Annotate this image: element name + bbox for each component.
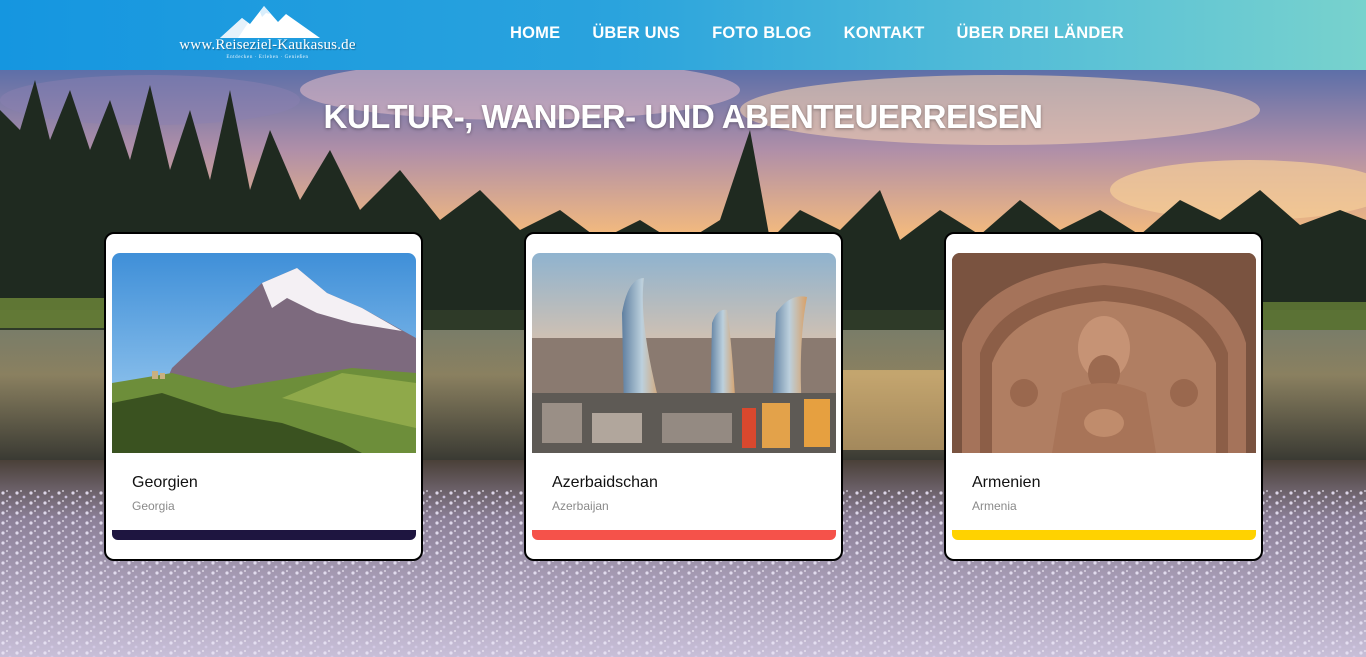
nav-ueber-uns[interactable]: ÜBER UNS [592, 24, 680, 43]
mountain-logo-icon [220, 6, 320, 38]
logo-text: www.Reiseziel-Kaukasus.de [179, 37, 356, 53]
georgia-mountain-image [112, 253, 416, 453]
card-title: Georgien [132, 474, 198, 491]
card-azerbaidschan[interactable]: Azerbaidschan Azerbaijan [524, 232, 843, 561]
nav-kontakt[interactable]: KONTAKT [844, 24, 925, 43]
armenian-relief-image [952, 253, 1256, 453]
card-georgien[interactable]: Georgien Georgia [104, 232, 423, 561]
card-accent-bar [112, 530, 416, 540]
card-title: Armenien [972, 474, 1041, 491]
hero-section: KULTUR-, WANDER- UND ABENTEUERREISEN Geo… [0, 70, 1366, 657]
card-subtitle: Azerbaijan [552, 499, 609, 513]
logo-tagline: Entdecken · Erleben · Genießen [226, 55, 309, 60]
nav-foto-blog[interactable]: FOTO BLOG [712, 24, 812, 43]
card-accent-bar [952, 530, 1256, 540]
baku-flame-towers-image [532, 253, 836, 453]
nav-home[interactable]: HOME [510, 24, 560, 43]
site-header: www.Reiseziel-Kaukasus.de Entdecken · Er… [0, 0, 1366, 70]
site-logo[interactable]: www.Reiseziel-Kaukasus.de Entdecken · Er… [165, 2, 370, 66]
hero-title: KULTUR-, WANDER- UND ABENTEUERREISEN [323, 98, 1044, 135]
card-subtitle: Georgia [132, 499, 175, 513]
nav-ueber-drei-laender[interactable]: ÜBER DREI LÄNDER [957, 24, 1124, 43]
card-title: Azerbaidschan [552, 474, 658, 491]
card-subtitle: Armenia [972, 499, 1017, 513]
card-accent-bar [532, 530, 836, 540]
main-nav: HOME ÜBER UNS FOTO BLOG KONTAKT ÜBER DRE… [510, 24, 1156, 43]
card-armenien[interactable]: Armenien Armenia [944, 232, 1263, 561]
